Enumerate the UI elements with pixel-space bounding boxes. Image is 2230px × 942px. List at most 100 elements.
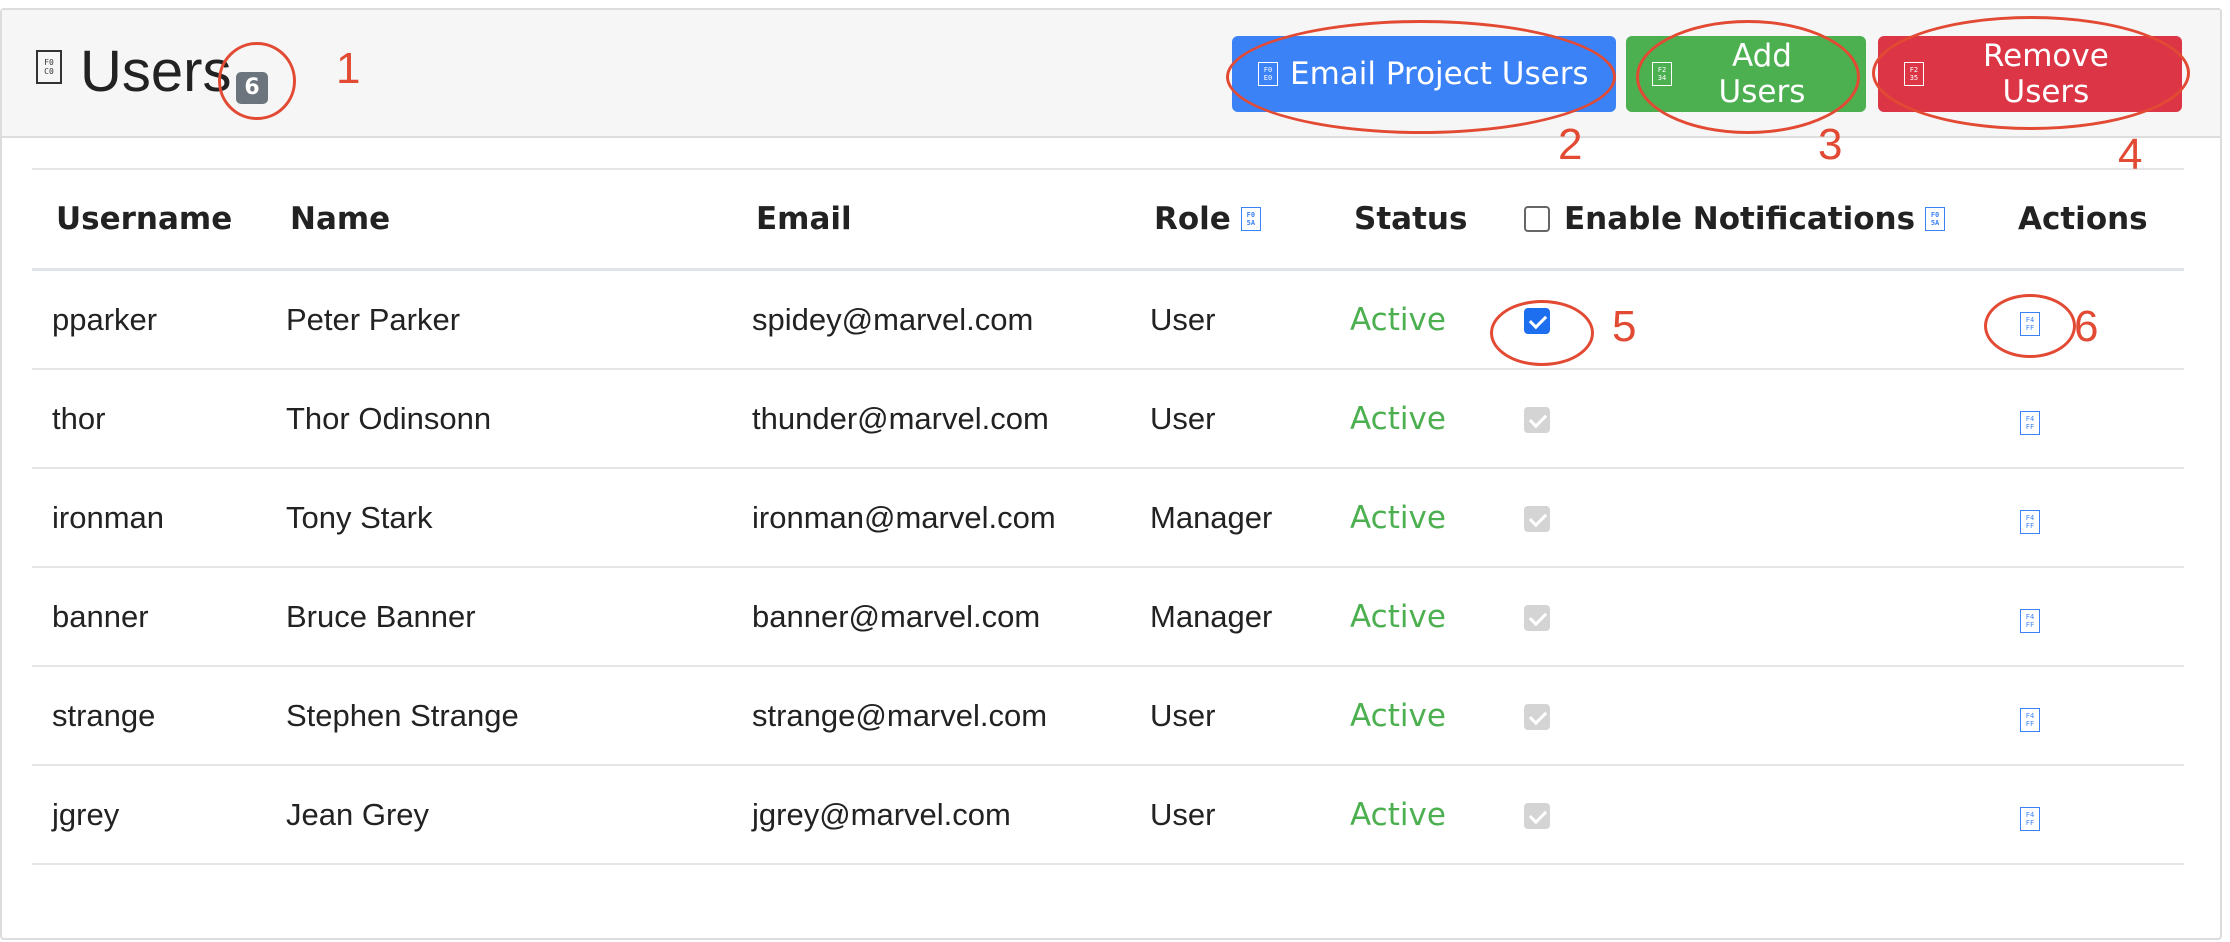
- column-header-status[interactable]: Status: [1330, 168, 1500, 271]
- users-table: Username Name Email Role F0 5A Status Ena…: [32, 168, 2184, 865]
- file-icon: F0 C0: [36, 50, 62, 84]
- email-cell: thunder@marvel.com: [732, 369, 1130, 469]
- status-cell-text: Active: [1350, 301, 1446, 338]
- name-cell: Jean Grey: [266, 765, 732, 865]
- email-project-users-button[interactable]: F0 E0 Email Project Users: [1232, 36, 1616, 112]
- role-cell-text: User: [1150, 301, 1216, 337]
- actions-cell: F4 FF: [1984, 765, 2184, 865]
- username-cell-text: jgrey: [52, 796, 120, 832]
- name-cell: Tony Stark: [266, 468, 732, 568]
- checkmark-icon: [1528, 608, 1548, 627]
- username-cell-text: thor: [52, 400, 106, 436]
- panel-header: F0 C0 Users 6 F0 E0 Email Project Users …: [2, 10, 2220, 138]
- username-cell: strange: [32, 666, 266, 766]
- checkmark-icon: [1528, 509, 1548, 528]
- column-header-username[interactable]: Username: [32, 168, 266, 271]
- status-cell: Active: [1330, 468, 1500, 568]
- table-row: pparker Peter Parker spidey@marvel.com User…: [32, 269, 2184, 370]
- actions-cell: F4 FF: [1984, 567, 2184, 667]
- table-header-row: Username Name Email Role F0 5A Status Ena…: [32, 168, 2184, 271]
- enable-notifications-checkbox: [1524, 704, 1550, 731]
- username-cell: pparker: [32, 269, 266, 370]
- edit-user-icon[interactable]: F4 FF: [2020, 509, 2040, 534]
- role-cell: User: [1130, 765, 1330, 865]
- status-cell: Active: [1330, 567, 1500, 667]
- column-header-name[interactable]: Name: [266, 168, 732, 271]
- email-cell-text: strange@marvel.com: [752, 697, 1048, 733]
- notifications-cell: [1500, 468, 1984, 568]
- annotation-label-2: 2: [1558, 120, 1583, 169]
- username-cell-text: ironman: [52, 499, 164, 535]
- role-cell-text: User: [1150, 697, 1216, 733]
- edit-user-icon[interactable]: F4 FF: [2020, 410, 2040, 435]
- enable-notifications-checkbox[interactable]: [1524, 308, 1550, 335]
- role-cell: User: [1130, 666, 1330, 766]
- edit-user-icon[interactable]: F4 FF: [2020, 608, 2040, 633]
- username-cell: jgrey: [32, 765, 266, 865]
- role-cell-text: User: [1150, 796, 1216, 832]
- column-header-enable-notifications[interactable]: Enable Notifications F0 5A: [1500, 168, 1984, 271]
- name-cell: Thor Odinsonn: [266, 369, 732, 469]
- annotation-label-1: 1: [336, 44, 361, 93]
- select-all-notifications-checkbox[interactable]: [1524, 206, 1550, 232]
- status-cell-text: Active: [1350, 796, 1446, 833]
- table-row: jgrey Jean Grey jgrey@marvel.com User Active…: [32, 765, 2184, 865]
- email-cell-text: ironman@marvel.com: [752, 499, 1056, 535]
- email-cell-text: banner@marvel.com: [752, 598, 1041, 634]
- checkmark-icon: [1528, 806, 1548, 825]
- annotation-label-5: 5: [1612, 302, 1637, 351]
- enable-notifications-checkbox: [1524, 605, 1550, 632]
- email-cell-text: spidey@marvel.com: [752, 301, 1034, 337]
- column-header-role[interactable]: Role F0 5A: [1130, 168, 1330, 271]
- name-cell-text: Tony Stark: [286, 499, 433, 535]
- annotation-label-3: 3: [1818, 120, 1843, 169]
- actions-cell: F4 FF: [1984, 666, 2184, 766]
- table-row: thor Thor Odinsonn thunder@marvel.com User A…: [32, 369, 2184, 469]
- edit-user-icon[interactable]: F4 FF: [2020, 311, 2040, 336]
- actions-cell: F4 FF: [1984, 468, 2184, 568]
- email-cell: spidey@marvel.com: [732, 269, 1130, 370]
- checkmark-icon: [1528, 311, 1548, 330]
- notifications-cell: [1500, 369, 1984, 469]
- username-cell: ironman: [32, 468, 266, 568]
- annotation-label-6: 6: [2074, 302, 2099, 351]
- checkmark-icon: [1528, 707, 1548, 726]
- role-cell-text: User: [1150, 400, 1216, 436]
- name-cell-text: Bruce Banner: [286, 598, 476, 634]
- checkmark-icon: [1528, 410, 1548, 429]
- username-cell: banner: [32, 567, 266, 667]
- edit-user-icon[interactable]: F4 FF: [2020, 806, 2040, 831]
- email-cell-text: thunder@marvel.com: [752, 400, 1049, 436]
- role-cell: User: [1130, 269, 1330, 370]
- username-cell-text: pparker: [52, 301, 158, 337]
- remove-users-button[interactable]: F2 35 Remove Users: [1878, 36, 2182, 112]
- column-header-email[interactable]: Email: [732, 168, 1130, 271]
- status-cell: Active: [1330, 765, 1500, 865]
- remove-user-icon: F2 35: [1904, 62, 1924, 86]
- add-user-icon: F2 34: [1652, 62, 1672, 86]
- status-cell-text: Active: [1350, 697, 1446, 734]
- name-cell-text: Peter Parker: [286, 301, 461, 337]
- notifications-cell: [1500, 666, 1984, 766]
- status-cell-text: Active: [1350, 598, 1446, 635]
- actions-cell: F4 FF: [1984, 369, 2184, 469]
- username-cell: thor: [32, 369, 266, 469]
- name-cell-text: Jean Grey: [286, 796, 430, 832]
- username-cell-text: strange: [52, 697, 156, 733]
- email-cell: ironman@marvel.com: [732, 468, 1130, 568]
- role-cell-text: Manager: [1150, 499, 1273, 535]
- add-users-label: Add Users: [1718, 38, 1806, 110]
- notifications-cell: [1500, 567, 1984, 667]
- column-header-actions: Actions: [1984, 168, 2184, 271]
- notifications-cell: [1500, 269, 1984, 370]
- sort-icon[interactable]: F0 5A: [1240, 207, 1261, 231]
- sort-icon[interactable]: F0 5A: [1925, 207, 1946, 231]
- email-project-users-label: Email Project Users: [1290, 56, 1589, 92]
- edit-user-icon[interactable]: F4 FF: [2020, 707, 2040, 732]
- add-users-button[interactable]: F2 34 Add Users: [1626, 36, 1866, 112]
- role-cell-text: Manager: [1150, 598, 1273, 634]
- name-cell: Stephen Strange: [266, 666, 732, 766]
- name-cell: Peter Parker: [266, 269, 732, 370]
- notifications-cell: [1500, 765, 1984, 865]
- envelope-icon: F0 E0: [1258, 62, 1278, 86]
